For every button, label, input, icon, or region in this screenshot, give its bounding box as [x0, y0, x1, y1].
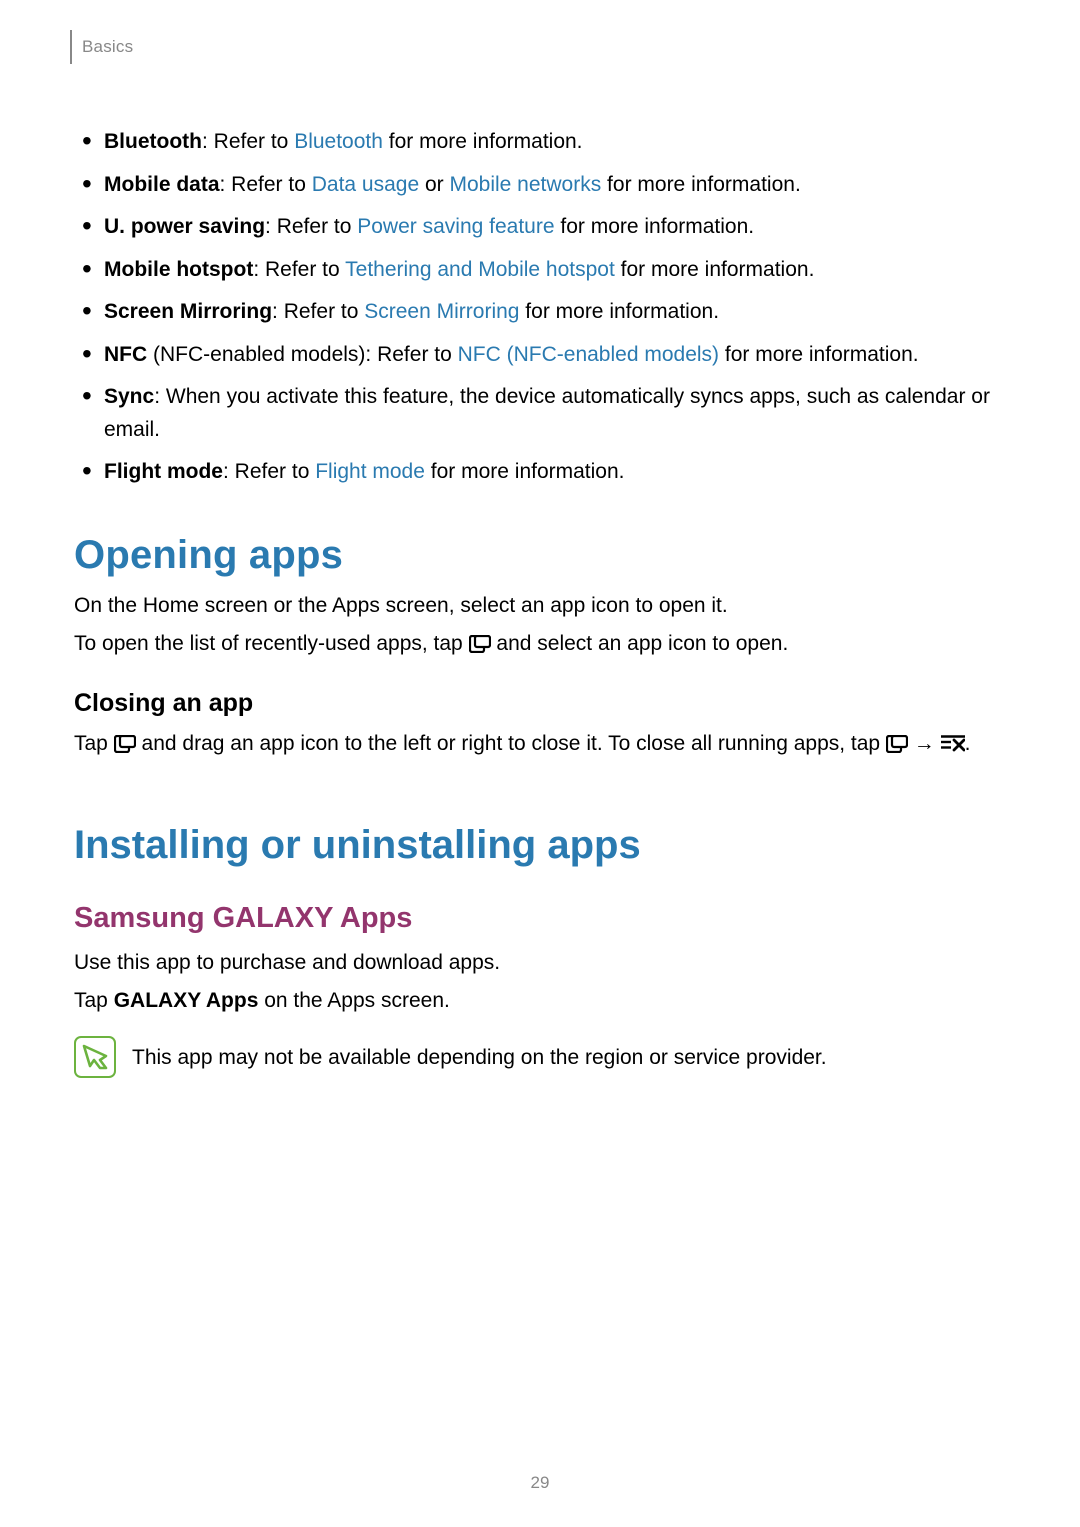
- note-callout: This app may not be available depending …: [74, 1036, 1006, 1078]
- link-nfc[interactable]: NFC (NFC-enabled models): [458, 343, 719, 366]
- text: for more information.: [719, 343, 919, 366]
- heading-closing-an-app: Closing an app: [74, 689, 1006, 718]
- text: : Refer to: [253, 258, 345, 281]
- text: Use this app to purchase and download ap…: [74, 947, 1006, 980]
- text: : Refer to: [272, 300, 364, 323]
- feature-label: Mobile hotspot: [104, 258, 253, 281]
- text: Tap: [74, 732, 114, 755]
- feature-label: NFC: [104, 343, 147, 366]
- link-flight-mode[interactable]: Flight mode: [315, 460, 425, 483]
- feature-list: Bluetooth: Refer to Bluetooth for more i…: [74, 126, 1006, 489]
- recent-apps-icon: [469, 635, 491, 653]
- feature-label: Mobile data: [104, 173, 220, 196]
- text: for more information.: [555, 215, 755, 238]
- text: : Refer to: [223, 460, 315, 483]
- text: (NFC-enabled models): [147, 343, 365, 366]
- list-item: Mobile data: Refer to Data usage or Mobi…: [104, 169, 1006, 202]
- text: : Refer to: [365, 343, 457, 366]
- list-item: Mobile hotspot: Refer to Tethering and M…: [104, 254, 1006, 287]
- page-header: Basics: [70, 30, 1010, 64]
- heading-galaxy-apps: Samsung GALAXY Apps: [74, 902, 1006, 935]
- text: and drag an app icon to the left or righ…: [136, 732, 886, 755]
- recent-apps-icon: [114, 735, 136, 753]
- feature-label: Sync: [104, 385, 154, 408]
- text: To open the list of recently-used apps, …: [74, 628, 1006, 661]
- heading-opening-apps: Opening apps: [74, 533, 1006, 578]
- link-mobile-networks[interactable]: Mobile networks: [449, 173, 601, 196]
- link-power-saving[interactable]: Power saving feature: [357, 215, 554, 238]
- link-screen-mirroring[interactable]: Screen Mirroring: [364, 300, 519, 323]
- note-text: This app may not be available depending …: [132, 1036, 827, 1075]
- text: On the Home screen or the Apps screen, s…: [74, 590, 1006, 623]
- feature-label: Bluetooth: [104, 130, 202, 153]
- list-item: Screen Mirroring: Refer to Screen Mirror…: [104, 296, 1006, 329]
- text: for more information.: [615, 258, 815, 281]
- text-bold: GALAXY Apps: [114, 989, 259, 1012]
- text: Tap: [74, 989, 114, 1012]
- list-item: Sync: When you activate this feature, th…: [104, 381, 1006, 446]
- text: Tap and drag an app icon to the left or …: [74, 728, 1006, 761]
- page-content: Bluetooth: Refer to Bluetooth for more i…: [70, 126, 1010, 1078]
- list-item: U. power saving: Refer to Power saving f…: [104, 211, 1006, 244]
- text: for more information.: [383, 130, 583, 153]
- list-item: Bluetooth: Refer to Bluetooth for more i…: [104, 126, 1006, 159]
- text: : When you activate this feature, the de…: [104, 385, 990, 441]
- list-item: Flight mode: Refer to Flight mode for mo…: [104, 456, 1006, 489]
- list-item: NFC (NFC-enabled models): Refer to NFC (…: [104, 339, 1006, 372]
- text: on the Apps screen.: [258, 989, 449, 1012]
- feature-label: Screen Mirroring: [104, 300, 272, 323]
- link-data-usage[interactable]: Data usage: [312, 173, 419, 196]
- text: Tap GALAXY Apps on the Apps screen.: [74, 985, 1006, 1018]
- text: : Refer to: [202, 130, 294, 153]
- breadcrumb: Basics: [82, 37, 133, 57]
- text: for more information.: [519, 300, 719, 323]
- text: .: [965, 732, 971, 755]
- heading-installing: Installing or uninstalling apps: [74, 823, 1006, 868]
- page-root: Basics Bluetooth: Refer to Bluetooth for…: [0, 0, 1080, 1527]
- text: →: [908, 732, 941, 755]
- text: : Refer to: [265, 215, 357, 238]
- link-bluetooth[interactable]: Bluetooth: [294, 130, 383, 153]
- text: or: [419, 173, 449, 196]
- header-divider: [70, 30, 72, 64]
- text: : Refer to: [220, 173, 312, 196]
- text: for more information.: [601, 173, 801, 196]
- close-all-icon: [941, 735, 965, 753]
- page-number: 29: [0, 1473, 1080, 1493]
- recent-apps-icon: [886, 735, 908, 753]
- link-tethering[interactable]: Tethering and Mobile hotspot: [345, 258, 615, 281]
- text: To open the list of recently-used apps, …: [74, 632, 469, 655]
- text: and select an app icon to open.: [491, 632, 789, 655]
- feature-label: Flight mode: [104, 460, 223, 483]
- text: for more information.: [425, 460, 625, 483]
- note-icon: [74, 1036, 116, 1078]
- feature-label: U. power saving: [104, 215, 265, 238]
